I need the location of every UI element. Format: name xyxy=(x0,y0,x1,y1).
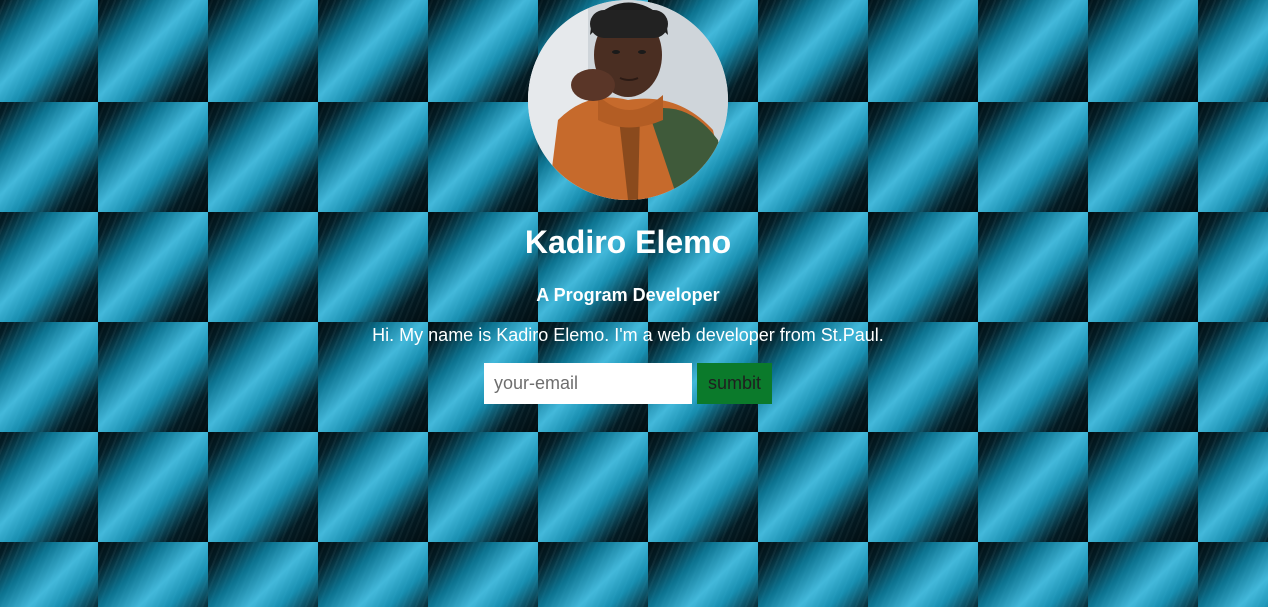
avatar-photo xyxy=(528,0,728,200)
profile-title: A Program Developer xyxy=(536,285,720,305)
profile-bio: Hi. My name is Kadiro Elemo. I'm a web d… xyxy=(372,325,884,345)
submit-button[interactable]: sumbit xyxy=(697,363,772,404)
avatar xyxy=(528,0,728,200)
profile-page: Kadiro Elemo A Program Developer Hi. My … xyxy=(0,0,1268,607)
profile-name: Kadiro Elemo xyxy=(524,224,732,260)
email-signup-form: sumbit xyxy=(484,363,772,404)
email-input[interactable] xyxy=(484,363,692,404)
